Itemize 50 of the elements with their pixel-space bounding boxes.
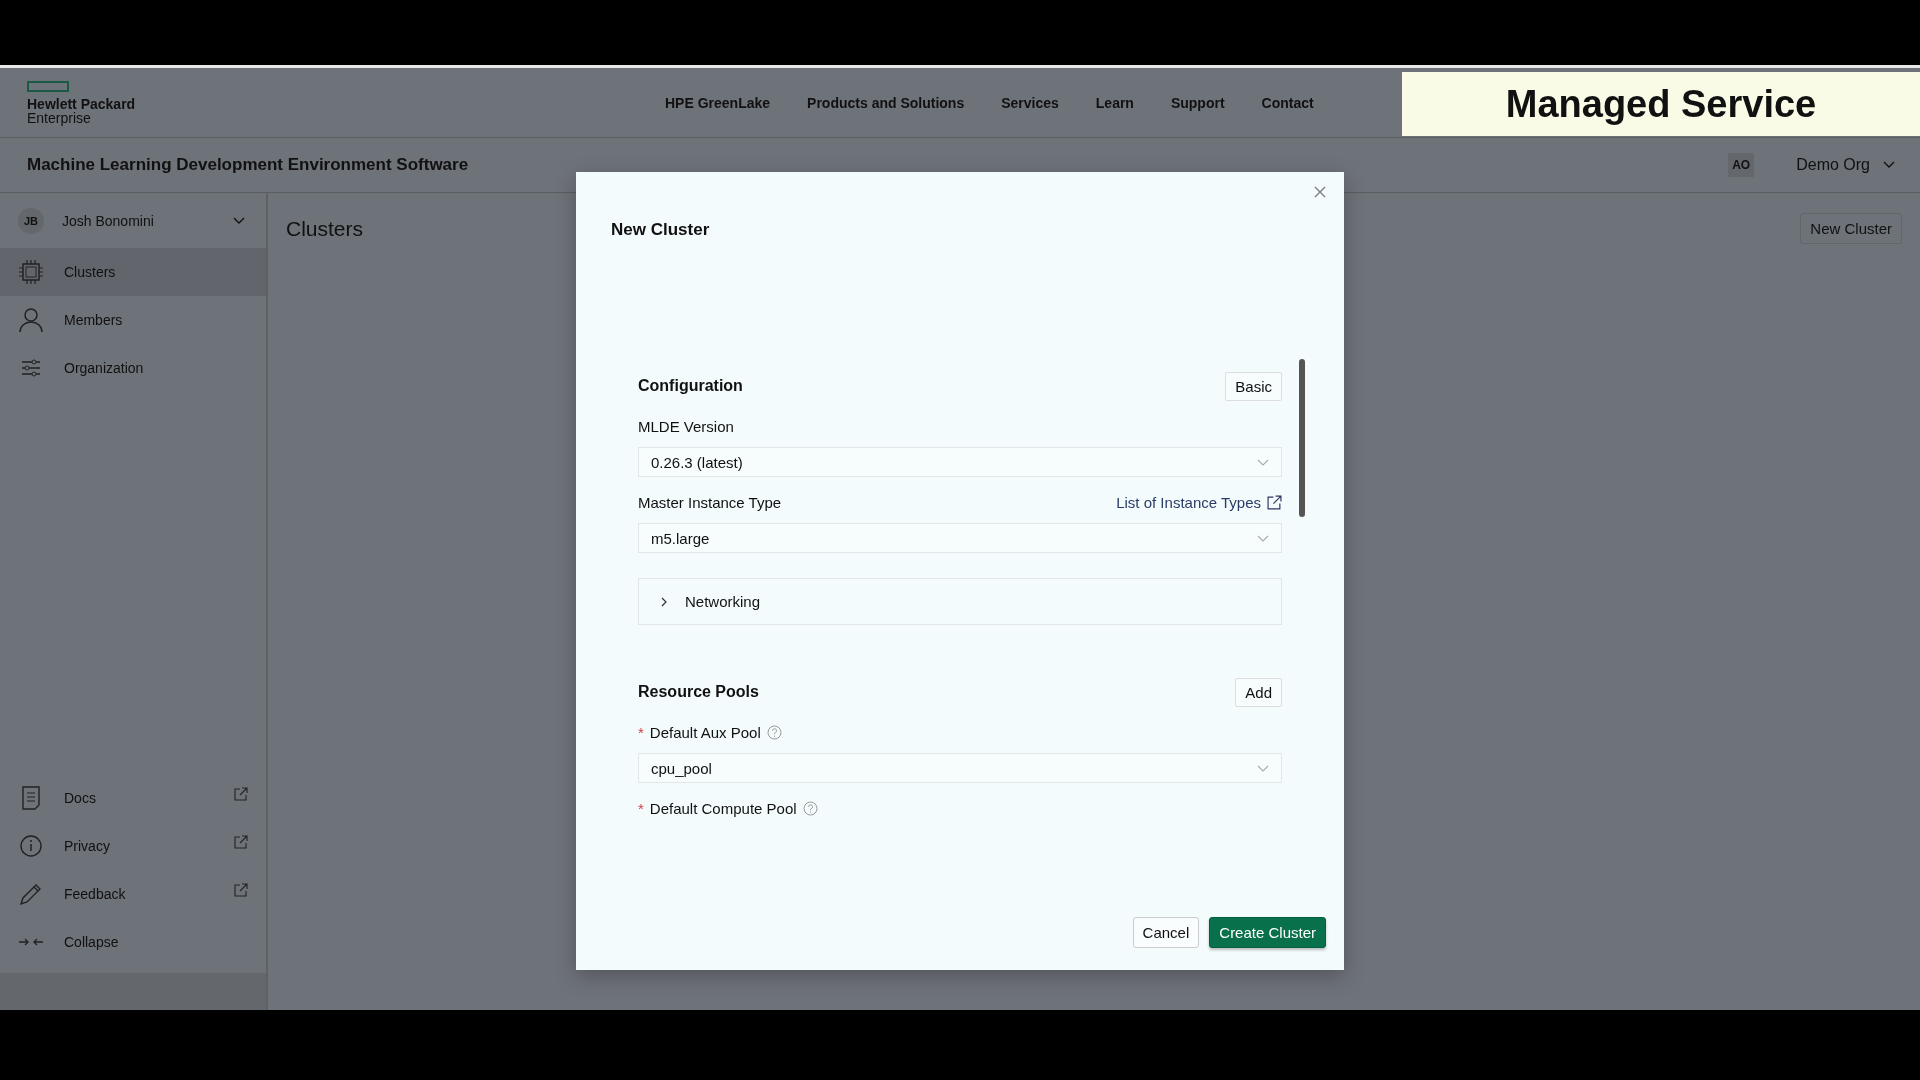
select-field[interactable]: 0.26.3 (latest) (638, 447, 1282, 477)
person-icon (18, 307, 44, 333)
scrollbar-thumb[interactable] (1299, 359, 1305, 517)
new-cluster-button[interactable]: New Cluster (1800, 213, 1902, 244)
field-label: * Default Aux Pool (638, 723, 761, 741)
managed-service-banner: Managed Service (1402, 72, 1920, 136)
basic-button[interactable]: Basic (1225, 371, 1282, 401)
dialog-title: New Cluster (611, 220, 711, 240)
user-avatar: JB (18, 207, 44, 234)
close-icon[interactable] (1314, 186, 1326, 198)
nav-link[interactable]: Services (1001, 94, 1059, 111)
select-field[interactable]: m5.large (638, 523, 1282, 553)
sidebar-link[interactable]: Feedback (0, 870, 266, 918)
section-title: Configuration (638, 377, 743, 395)
app-title: Machine Learning Development Environment Software (27, 155, 469, 175)
select-field[interactable]: cpu_pool (638, 753, 1282, 783)
section-title: Resource Pools (638, 683, 759, 701)
sidebar-link[interactable]: Privacy (0, 822, 266, 870)
help-icon[interactable] (802, 800, 818, 816)
nav-link[interactable]: Support (1170, 94, 1225, 111)
field-label: Master Instance Type (638, 493, 782, 511)
org-switcher[interactable]: Demo Org (1790, 155, 1902, 175)
cancel-button[interactable]: Cancel (1132, 917, 1200, 948)
user-name: Josh Bonomini (62, 212, 154, 229)
nav-link[interactable]: Learn (1095, 94, 1134, 111)
user-menu[interactable]: JB Josh Bonomini (0, 193, 266, 248)
field-label: MLDE Version (638, 417, 734, 435)
sidebar-link[interactable]: Docs (0, 774, 266, 822)
chip-icon (18, 259, 44, 285)
external-link-icon (1267, 494, 1282, 510)
company-logo[interactable]: Hewlett Packard Enterprise (27, 80, 177, 125)
sidebar-item[interactable]: Organization (0, 344, 266, 392)
nav-link[interactable]: HPE GreenLake (665, 94, 771, 111)
org-avatar: AO (1728, 153, 1755, 177)
help-icon[interactable] (766, 724, 782, 740)
chevron-right-icon (659, 596, 669, 607)
instance-types-link[interactable]: List of Instance Types (1116, 493, 1282, 511)
required-mark: * (638, 723, 644, 741)
sidebar-item[interactable]: Members (0, 296, 266, 344)
networking-section[interactable]: Networking (638, 578, 1282, 625)
sidebar-item[interactable]: Clusters (0, 248, 266, 296)
field-label: * Default Compute Pool (638, 799, 797, 817)
nav-link[interactable]: Contact (1261, 94, 1314, 111)
required-mark: * (638, 799, 644, 817)
page-title: Clusters (286, 216, 364, 241)
create-cluster-button[interactable]: Create Cluster (1209, 917, 1326, 948)
nav-link[interactable]: Products and Solutions (807, 94, 965, 111)
sidebar-link[interactable]: Collapse (0, 918, 266, 966)
info-icon (18, 833, 44, 859)
add-button[interactable]: Add (1235, 677, 1282, 707)
